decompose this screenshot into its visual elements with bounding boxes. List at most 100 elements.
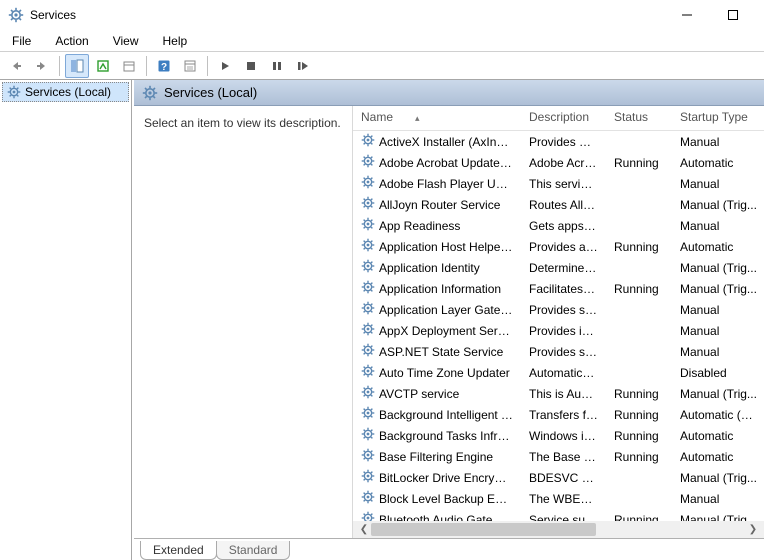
service-row[interactable]: BitLocker Drive Encryption ...BDESVC hos… (353, 467, 764, 488)
service-startup: Manual (Trig... (672, 194, 764, 215)
service-row[interactable]: Bluetooth Audio Gateway S...Service sup.… (353, 509, 764, 521)
service-name: Background Tasks Infrastru... (379, 429, 513, 443)
service-startup: Manual (672, 299, 764, 320)
service-startup: Manual (672, 173, 764, 194)
service-row[interactable]: Adobe Flash Player Update ...This servic… (353, 173, 764, 194)
service-icon (361, 301, 375, 318)
service-row[interactable]: Adobe Acrobat Update Serv...Adobe Acro..… (353, 152, 764, 173)
menu-file[interactable]: File (6, 32, 37, 50)
tab-standard[interactable]: Standard (216, 541, 291, 560)
service-row[interactable]: Block Level Backup Engine ... The WBENG..… (353, 488, 764, 509)
tab-extended[interactable]: Extended (140, 541, 217, 560)
service-row[interactable]: ASP.NET State ServiceProvides su...Manua… (353, 341, 764, 362)
service-description: The Base Fil... (521, 446, 606, 467)
svg-text:?: ? (161, 62, 167, 73)
service-icon (361, 280, 375, 297)
service-row[interactable]: AppX Deployment Service (... Provides inf… (353, 320, 764, 341)
service-status (606, 215, 672, 236)
service-icon (361, 322, 375, 339)
services-scroll[interactable]: Name▴ Description Status Startup Type Ac… (353, 106, 764, 521)
show-console-tree-button[interactable] (65, 54, 89, 78)
column-header-startup[interactable]: Startup Type (672, 106, 764, 131)
service-description: Provides Us... (521, 131, 606, 153)
service-status: Running (606, 446, 672, 467)
service-name: Adobe Flash Player Update ... (379, 177, 513, 191)
service-name: AllJoyn Router Service (379, 198, 500, 212)
service-status: Running (606, 278, 672, 299)
service-name: AppX Deployment Service (... (379, 324, 513, 338)
scrollbar-thumb[interactable] (371, 523, 596, 536)
service-startup: Manual (672, 488, 764, 509)
stop-service-button[interactable] (239, 54, 263, 78)
service-row[interactable]: ActiveX Installer (AxInstSV) Provides Us.… (353, 131, 764, 153)
service-name: Background Intelligent Tran... (379, 408, 513, 422)
help-button[interactable]: ? (152, 54, 176, 78)
column-header-description[interactable]: Description (521, 106, 606, 131)
horizontal-scrollbar[interactable]: ❮ ❯ (353, 521, 764, 538)
service-icon (361, 259, 375, 276)
nav-services-local[interactable]: Services (Local) (2, 82, 129, 102)
description-hint: Select an item to view its description. (144, 116, 341, 130)
service-name: Block Level Backup Engine ... (379, 492, 513, 506)
service-name: Application Host Helper Ser... (379, 240, 513, 254)
service-row[interactable]: Application IdentityDetermines ...Manual… (353, 257, 764, 278)
service-row[interactable]: App ReadinessGets apps re...Manual (353, 215, 764, 236)
toolbar-separator (59, 56, 60, 76)
service-description: Transfers fil... (521, 404, 606, 425)
service-startup: Manual (Trig... (672, 383, 764, 404)
properties-button[interactable] (178, 54, 202, 78)
service-startup: Manual (672, 341, 764, 362)
service-description: Provides inf... (521, 320, 606, 341)
service-row[interactable]: Background Intelligent Tran... Transfers … (353, 404, 764, 425)
service-status (606, 194, 672, 215)
forward-button[interactable] (30, 54, 54, 78)
service-status (606, 362, 672, 383)
service-description: Provides su... (521, 299, 606, 320)
service-description: Provides ad... (521, 236, 606, 257)
scroll-right-icon[interactable]: ❯ (746, 524, 760, 535)
column-header-status[interactable]: Status (606, 106, 672, 131)
back-button[interactable] (4, 54, 28, 78)
service-name: ASP.NET State Service (379, 345, 503, 359)
export-list-button[interactable] (91, 54, 115, 78)
toolbar-separator (207, 56, 208, 76)
service-row[interactable]: Application InformationFacilitates t...R… (353, 278, 764, 299)
service-row[interactable]: AllJoyn Router ServiceRoutes AllJo...Man… (353, 194, 764, 215)
service-row[interactable]: Auto Time Zone UpdaterAutomatica...Disab… (353, 362, 764, 383)
service-name: Application Identity (379, 261, 480, 275)
service-description: Determines ... (521, 257, 606, 278)
service-row[interactable]: AVCTP serviceThis is Audi...RunningManua… (353, 383, 764, 404)
service-description: The WBENG... (521, 488, 606, 509)
service-icon (361, 133, 375, 150)
menu-action[interactable]: Action (49, 32, 94, 50)
start-service-button[interactable] (213, 54, 237, 78)
maximize-button[interactable] (710, 0, 756, 30)
services-icon (7, 85, 21, 99)
service-icon (361, 406, 375, 423)
service-icon (361, 154, 375, 171)
service-row[interactable]: Base Filtering EngineThe Base Fil...Runn… (353, 446, 764, 467)
service-description: Windows in... (521, 425, 606, 446)
minimize-button[interactable] (664, 0, 710, 30)
service-row[interactable]: Background Tasks Infrastru... Windows in.… (353, 425, 764, 446)
refresh-button[interactable] (117, 54, 141, 78)
service-icon (361, 490, 375, 507)
column-header-name[interactable]: Name▴ (353, 106, 521, 131)
scroll-left-icon[interactable]: ❮ (357, 524, 371, 535)
service-status (606, 173, 672, 194)
service-name: ActiveX Installer (AxInstSV) (379, 135, 513, 149)
menu-view[interactable]: View (107, 32, 145, 50)
pause-service-button[interactable] (265, 54, 289, 78)
menu-help[interactable]: Help (157, 32, 194, 50)
titlebar: Services (0, 0, 764, 30)
restart-service-button[interactable] (291, 54, 315, 78)
menubar: File Action View Help (0, 30, 764, 52)
service-icon (361, 385, 375, 402)
service-name: App Readiness (379, 219, 460, 233)
service-startup: Disabled (672, 362, 764, 383)
service-startup: Automatic (672, 446, 764, 467)
service-row[interactable]: Application Host Helper Ser... Provides a… (353, 236, 764, 257)
service-description: This is Audi... (521, 383, 606, 404)
service-row[interactable]: Application Layer Gateway ...Provides su… (353, 299, 764, 320)
service-status (606, 257, 672, 278)
